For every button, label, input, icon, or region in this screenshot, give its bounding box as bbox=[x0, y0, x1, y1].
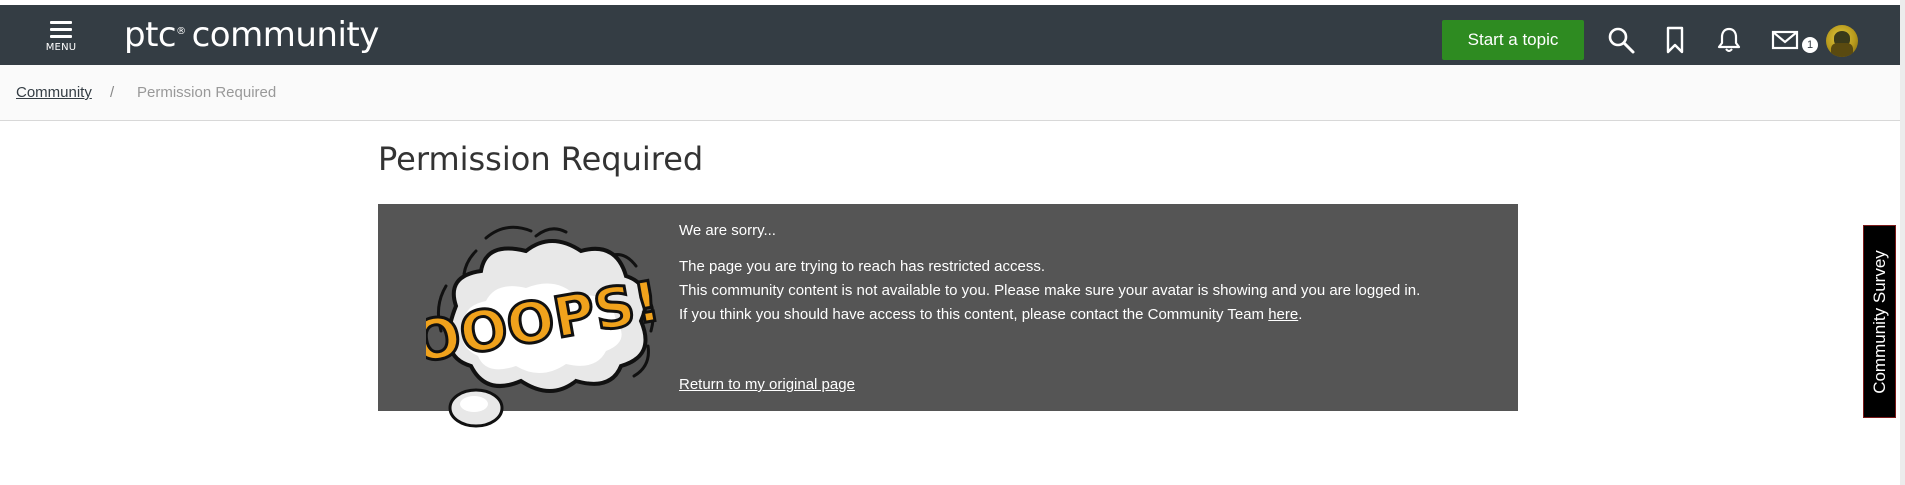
ooops-illustration: OOOPS! bbox=[426, 225, 666, 428]
page-scrollbar[interactable] bbox=[1900, 0, 1905, 485]
breadcrumb-separator: / bbox=[110, 84, 115, 101]
contact-team-message: If you think you should have access to t… bbox=[679, 306, 1302, 323]
start-topic-button[interactable]: Start a topic bbox=[1442, 20, 1584, 60]
menu-button[interactable]: MENU bbox=[40, 17, 82, 57]
restricted-access-message: The page you are trying to reach has res… bbox=[679, 258, 1046, 275]
search-icon[interactable] bbox=[1606, 25, 1636, 55]
logo-registered-mark: ® bbox=[176, 25, 186, 37]
bookmark-icon[interactable] bbox=[1660, 25, 1690, 55]
contact-team-suffix: . bbox=[1298, 306, 1303, 323]
mail-badge: 1 bbox=[1802, 37, 1818, 53]
mail-icon[interactable] bbox=[1770, 25, 1800, 55]
contact-team-prefix: If you think you should have access to t… bbox=[679, 306, 1269, 323]
community-survey-tab[interactable]: Community Survey bbox=[1863, 225, 1896, 418]
breadcrumb: Community / Permission Required bbox=[0, 65, 1900, 121]
not-available-message: This community content is not available … bbox=[679, 282, 1421, 299]
permission-error-box: OOOPS! We are sorry... The page you are … bbox=[378, 204, 1518, 428]
contact-here-link[interactable]: here bbox=[1268, 306, 1298, 323]
logo-community: community bbox=[191, 15, 380, 55]
avatar[interactable] bbox=[1826, 25, 1858, 57]
breadcrumb-community-link[interactable]: Community bbox=[16, 84, 92, 101]
top-navbar: MENU ptc® community Start a topic 1 bbox=[0, 5, 1900, 65]
logo-ptc: ptc bbox=[124, 15, 177, 55]
return-original-page-link[interactable]: Return to my original page bbox=[679, 376, 855, 393]
breadcrumb-current: Permission Required bbox=[137, 84, 277, 101]
menu-label: MENU bbox=[45, 42, 77, 53]
page-title: Permission Required bbox=[378, 140, 704, 178]
menu-icon bbox=[50, 21, 72, 38]
site-logo[interactable]: ptc® community bbox=[124, 15, 379, 55]
community-survey-label: Community Survey bbox=[1869, 249, 1889, 394]
sorry-message: We are sorry... bbox=[679, 222, 776, 239]
bell-icon[interactable] bbox=[1714, 25, 1744, 55]
